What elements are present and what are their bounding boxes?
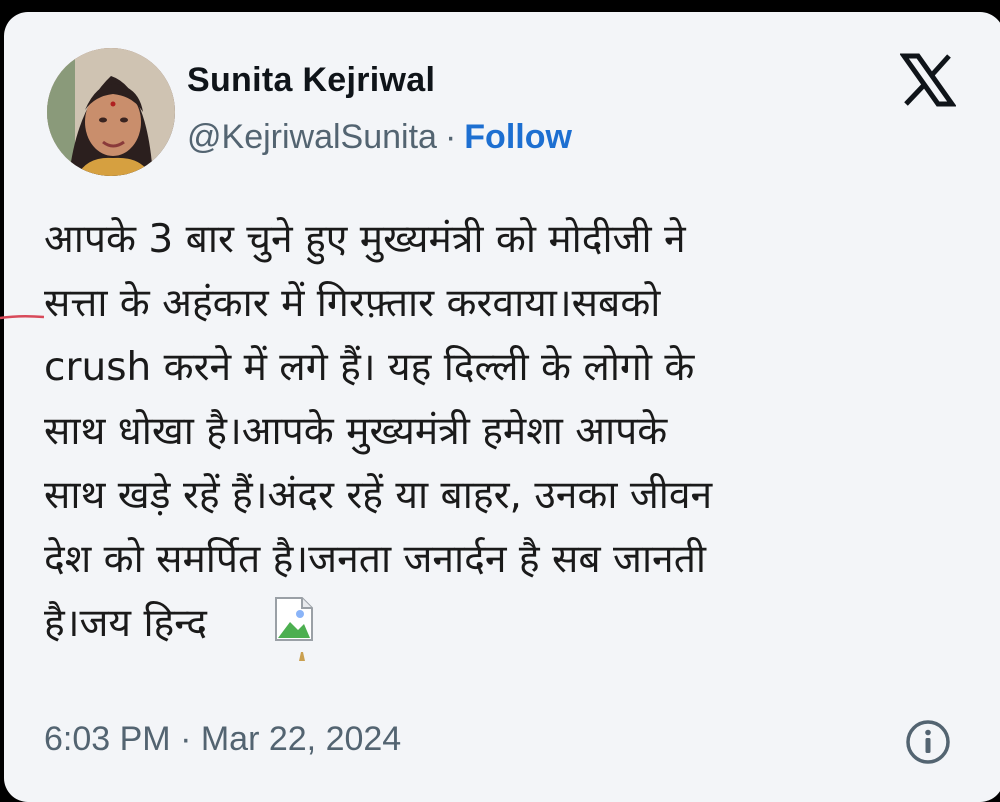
handle-row: @KejriwalSunita · Follow [187, 118, 572, 157]
broken-image-icon [270, 596, 316, 642]
handle-separator: · [444, 118, 457, 156]
timestamp[interactable]: 6:03 PM · Mar 22, 2024 [44, 720, 401, 759]
author-name[interactable]: Sunita Kejriwal [187, 61, 435, 100]
small-icon [296, 650, 308, 665]
tweet-time: 6:03 PM [44, 720, 171, 758]
tweet-date: Mar 22, 2024 [200, 720, 402, 758]
red-pen-mark [0, 307, 45, 320]
x-logo-icon[interactable] [899, 52, 957, 108]
author-handle[interactable]: @KejriwalSunita [187, 118, 437, 156]
profile-photo [47, 48, 175, 176]
follow-button[interactable]: Follow [464, 118, 572, 156]
info-icon[interactable] [904, 718, 952, 766]
date-separator: · [180, 720, 192, 758]
avatar[interactable] [47, 48, 175, 176]
tweet-text: आपके 3 बार चुने हुए मुख्यमंत्री को मोदीज… [44, 217, 713, 646]
